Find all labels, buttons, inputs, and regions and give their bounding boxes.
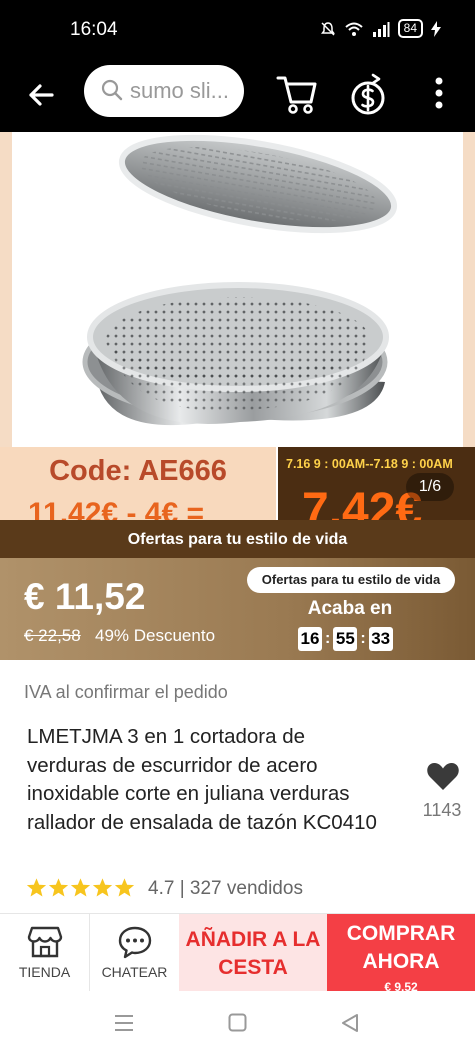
mute-icon (320, 21, 335, 36)
wishlist-count: 1143 (422, 800, 462, 820)
top-nav: sumo sli... (0, 60, 475, 132)
buy-now-button[interactable]: COMPRAR AHORA € 9,52 (327, 914, 475, 992)
status-icons: 84 (320, 19, 441, 38)
buy-now-label: COMPRAR AHORA (346, 922, 456, 973)
banner-new-price: 7,42€ (302, 484, 423, 520)
ends-in-label: Acaba en (307, 598, 393, 619)
recent-apps-icon[interactable] (114, 1014, 134, 1032)
back-arrow-icon[interactable] (22, 76, 60, 114)
product-image (82, 134, 398, 426)
store-button[interactable]: TIENDA (0, 914, 90, 992)
battery-indicator: 84 (397, 19, 423, 38)
timer-separator: : (325, 630, 331, 647)
dollar-coin-icon[interactable] (348, 70, 388, 118)
charging-icon (431, 20, 441, 37)
countdown-timer: 16 : 55 : 33 (298, 627, 393, 651)
star-icon (26, 878, 47, 897)
promo-banner-code: Code: AE666 11,42€ - 4€ = (0, 447, 276, 520)
price-panel: € 11,52 € 22,58 49% Descuento Ofertas pa… (0, 558, 475, 660)
timer-seconds: 33 (368, 627, 393, 651)
star-icon (114, 878, 135, 897)
status-bar: 16:04 84 (0, 0, 475, 60)
timer-hours: 16 (298, 627, 322, 651)
system-nav-bar (0, 991, 475, 1056)
vat-note: IVA al confirmar el pedido (24, 682, 228, 702)
wifi-icon (344, 22, 363, 36)
image-counter: 1/6 (406, 473, 454, 501)
chat-label: CHATEAR (101, 964, 168, 980)
promo-pill[interactable]: Ofertas para tu estilo de vida (247, 567, 455, 593)
status-time: 16:04 (70, 19, 118, 40)
bottom-action-bar: TIENDA CHATEAR AÑADIR A LA CESTA COMPRAR… (0, 913, 475, 992)
chat-button[interactable]: CHATEAR (90, 914, 179, 992)
product-title: LMETJMA 3 en 1 cortadora de verduras de … (27, 725, 377, 834)
timer-minutes: 55 (333, 627, 358, 651)
search-input[interactable]: sumo sli... (84, 65, 244, 117)
rating-stars (26, 877, 135, 898)
system-back-icon[interactable] (340, 1013, 360, 1033)
cart-icon[interactable] (276, 72, 318, 116)
store-icon (27, 926, 62, 958)
discount-label: 49% Descuento (95, 626, 216, 645)
star-icon (48, 878, 69, 897)
star-icon (92, 878, 113, 897)
star-icon (70, 878, 91, 897)
add-to-cart-button[interactable]: AÑADIR A LA CESTA (179, 914, 327, 992)
current-price: € 11,52 (24, 576, 146, 617)
banner-code: Code: AE666 (49, 455, 227, 487)
signal-icon (372, 21, 390, 37)
product-image-gallery[interactable]: Code: AE666 11,42€ - 4€ = 7.16 9 : 00AM-… (0, 132, 475, 520)
rating-summary[interactable]: 4.7 | 327 vendidos (148, 878, 303, 900)
promo-strip[interactable]: Ofertas para tu estilo de vida (0, 520, 475, 558)
search-placeholder: sumo sli... (130, 78, 230, 103)
chat-bubble-icon (118, 926, 151, 959)
store-label: TIENDA (18, 964, 71, 980)
original-price: € 22,58 (24, 626, 81, 645)
banner-dates: 7.16 9 : 00AM--7.18 9 : 00AM (286, 457, 453, 471)
search-icon (101, 79, 123, 101)
heart-icon[interactable] (426, 760, 460, 792)
banner-old-price: 11,42€ - 4€ = (28, 497, 204, 520)
home-icon[interactable] (228, 1013, 247, 1032)
timer-separator: : (360, 630, 366, 647)
more-vertical-icon[interactable] (426, 74, 452, 114)
